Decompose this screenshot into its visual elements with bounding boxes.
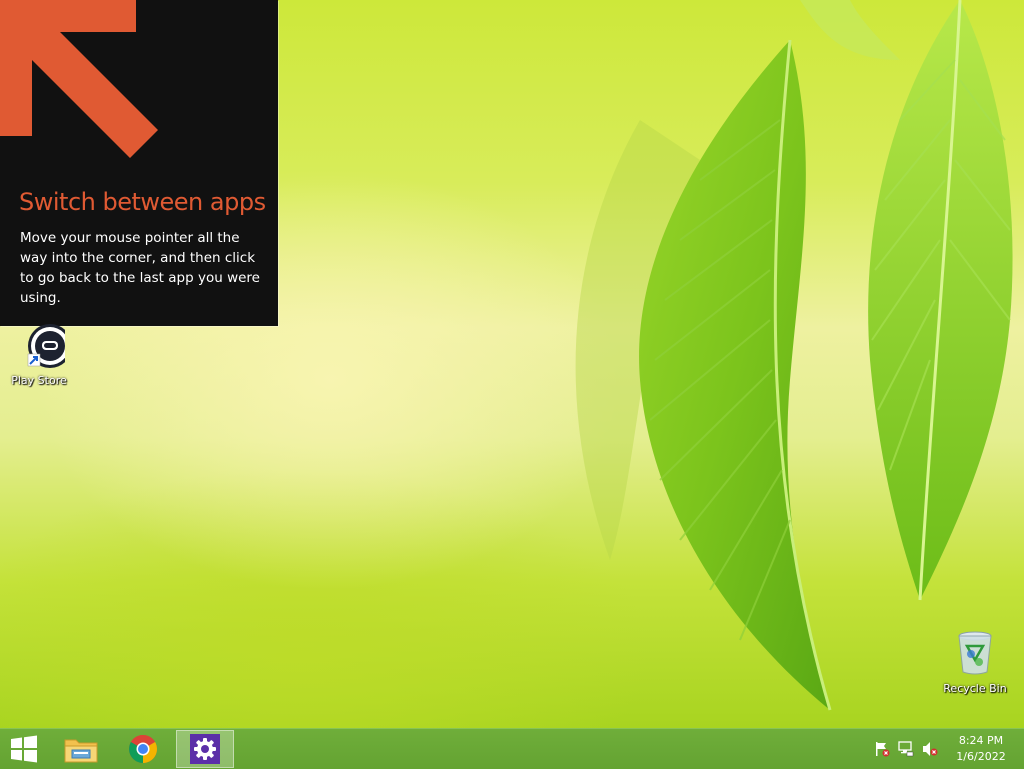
taskbar-settings[interactable] <box>176 730 234 768</box>
taskbar-chrome[interactable] <box>114 730 172 768</box>
desktop-icon-label: Play Store <box>11 374 67 387</box>
taskbar-file-explorer[interactable] <box>52 730 110 768</box>
desktop[interactable]: Switch between apps Move your mouse poin… <box>0 0 1024 728</box>
desktop-icon-recycle-bin[interactable]: Recycle Bin <box>937 630 1013 695</box>
clock-date: 1/6/2022 <box>956 750 1006 763</box>
flag-warning-icon[interactable] <box>874 741 890 757</box>
tip-title: Switch between apps <box>19 188 266 216</box>
desktop-icon-label: Recycle Bin <box>943 682 1007 695</box>
switch-apps-tip: Switch between apps Move your mouse poin… <box>0 0 278 326</box>
windows-logo-icon <box>11 735 37 763</box>
chrome-icon <box>129 735 157 763</box>
file-explorer-icon <box>64 739 98 763</box>
tip-body: Move your mouse pointer all the way into… <box>20 230 260 306</box>
desktop-icon-play-store[interactable]: Play Store <box>1 322 77 387</box>
corner-arrow-icon <box>0 0 158 158</box>
volume-muted-icon[interactable] <box>922 741 938 757</box>
taskbar: 8:24 PM 1/6/2022 <box>0 728 1024 769</box>
recycle-bin-icon <box>958 631 992 675</box>
taskbar-clock[interactable]: 8:24 PM 1/6/2022 <box>946 733 1016 765</box>
play-store-icon <box>27 324 72 368</box>
network-icon[interactable] <box>898 741 914 757</box>
gear-icon <box>190 734 220 764</box>
start-button[interactable] <box>0 730 48 768</box>
clock-time: 8:24 PM <box>958 734 1004 747</box>
